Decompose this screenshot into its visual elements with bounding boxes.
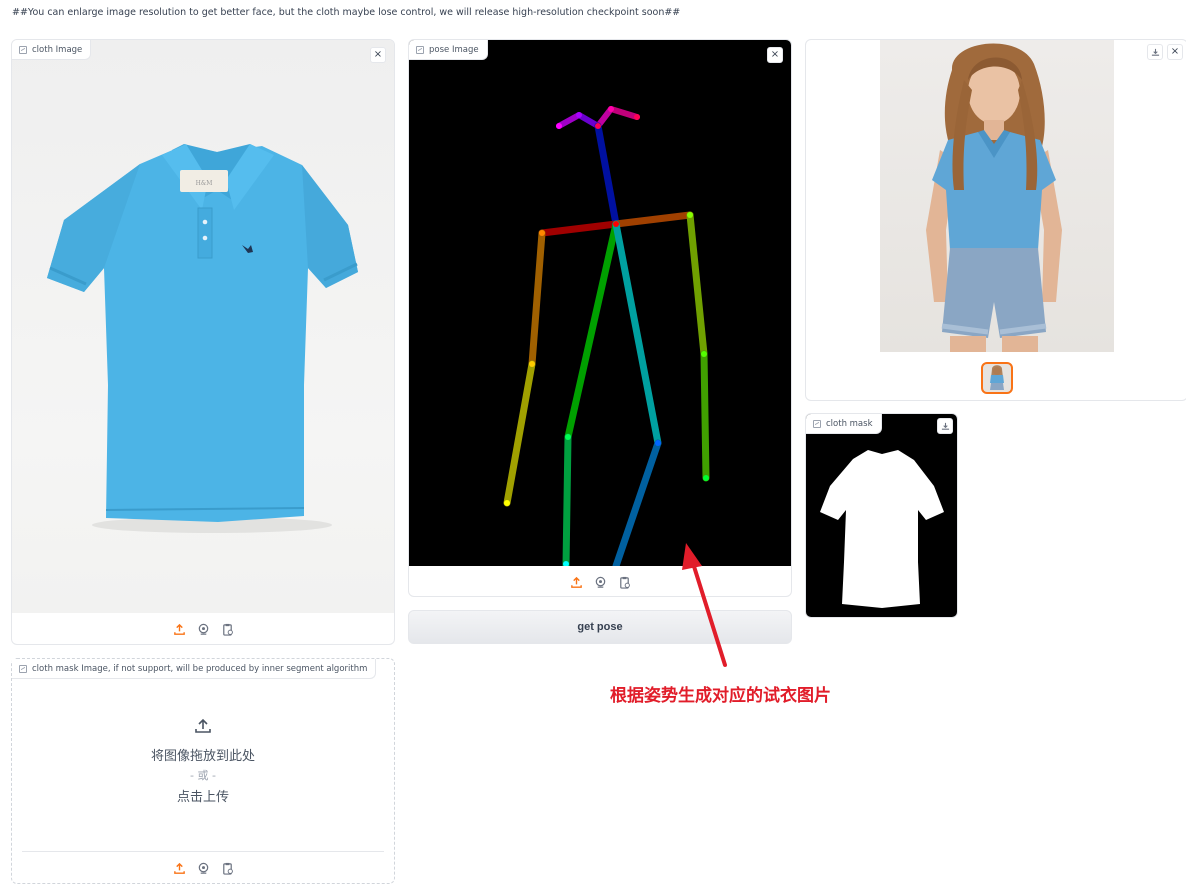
- output-gallery-block[interactable]: ×: [805, 39, 1186, 401]
- cloth-image-block[interactable]: cloth Image × H&M: [11, 39, 395, 645]
- image-icon: [416, 45, 424, 54]
- thumbnail-image: [990, 365, 1004, 390]
- cloth-mask-dropzone[interactable]: cloth mask Image, if not support, will b…: [11, 658, 395, 884]
- upload-icon: [195, 718, 211, 733]
- webcam-icon[interactable]: [196, 622, 210, 636]
- clear-button[interactable]: ×: [370, 47, 386, 63]
- cloth-image-toolbar: [12, 616, 394, 642]
- cloth-image: H&M: [12, 40, 394, 613]
- dropzone-content[interactable]: 将图像拖放到此处 - 或 - 点击上传: [12, 717, 394, 805]
- get-pose-button[interactable]: get pose: [408, 610, 792, 644]
- webcam-icon[interactable]: [593, 575, 607, 589]
- cloth-mask-label: cloth mask: [806, 414, 882, 434]
- drop-instruction: 将图像拖放到此处: [150, 749, 255, 764]
- pose-skeleton: [503, 106, 710, 570]
- upload-icon[interactable]: [172, 622, 186, 636]
- upload-icon[interactable]: [569, 575, 583, 589]
- download-button[interactable]: [937, 418, 953, 434]
- cloth-image-label: cloth Image: [12, 40, 92, 60]
- clipboard-icon[interactable]: [220, 622, 234, 636]
- dropzone-toolbar: [12, 855, 394, 881]
- clipboard-icon[interactable]: [220, 861, 234, 875]
- cloth-image-label-text: cloth Image: [32, 44, 83, 55]
- clear-button[interactable]: ×: [767, 47, 783, 63]
- divider: [22, 851, 384, 852]
- clipboard-icon[interactable]: [617, 575, 631, 589]
- image-icon: [19, 45, 27, 54]
- webcam-icon[interactable]: [196, 861, 210, 875]
- pose-image-toolbar: [409, 569, 791, 595]
- cloth-mask-image: [806, 414, 957, 617]
- pose-image-block[interactable]: pose Image ×: [408, 39, 792, 597]
- result-image[interactable]: [880, 40, 1114, 352]
- pose-image-label-text: pose Image: [429, 44, 479, 55]
- drop-or-text: - 或 -: [190, 769, 216, 782]
- upload-icon[interactable]: [172, 861, 186, 875]
- download-icon: [1151, 48, 1159, 56]
- polo-shirt-illustration: H&M: [47, 144, 358, 533]
- download-icon: [941, 422, 949, 430]
- svg-text:H&M: H&M: [196, 180, 213, 187]
- mask-shape: [820, 450, 944, 608]
- image-icon: [813, 419, 821, 428]
- cloth-mask-input-label-text: cloth mask Image, if not support, will b…: [32, 663, 368, 674]
- download-button[interactable]: [1147, 44, 1163, 60]
- pose-image-label: pose Image: [409, 40, 488, 60]
- close-button[interactable]: ×: [1167, 44, 1183, 60]
- pose-image: [409, 40, 791, 570]
- cloth-mask-label-text: cloth mask: [826, 418, 873, 429]
- model-illustration: [926, 43, 1062, 352]
- gallery-thumbnail[interactable]: [981, 362, 1013, 394]
- click-upload-text[interactable]: 点击上传: [12, 786, 394, 805]
- notice-text: ##You can enlarge image resolution to ge…: [12, 7, 681, 18]
- image-icon: [19, 664, 27, 673]
- cloth-mask-input-label: cloth mask Image, if not support, will b…: [12, 659, 377, 679]
- annotation-text: 根据姿势生成对应的试衣图片: [610, 686, 831, 706]
- cloth-mask-output-block: cloth mask: [805, 413, 958, 618]
